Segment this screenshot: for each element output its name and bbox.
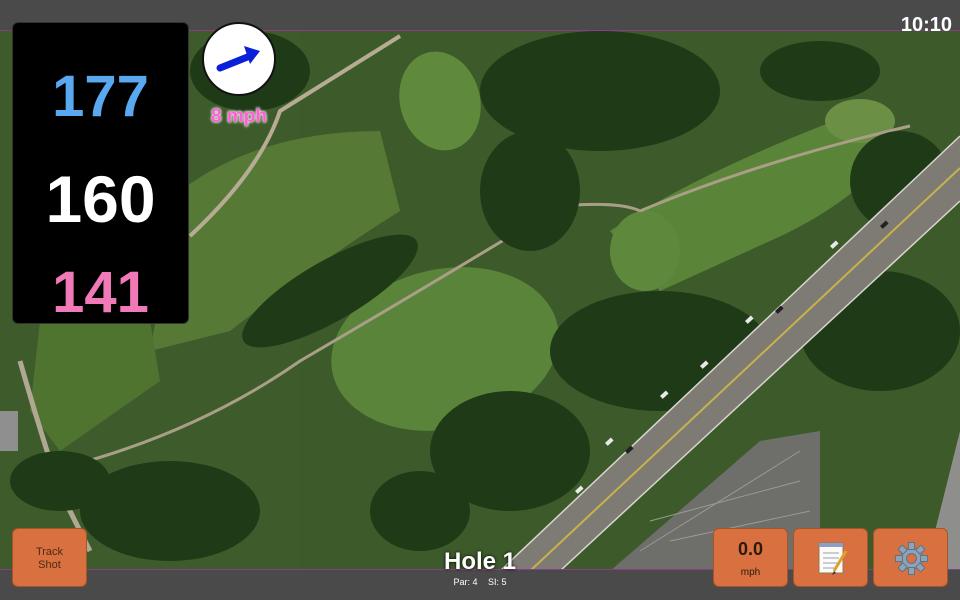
wind-direction-arrow-icon [216,46,260,72]
back-distance: 177 [52,64,149,129]
speed-unit: mph [740,567,761,578]
hole-par: Par: 4 [453,577,478,587]
notepad-icon [818,542,848,575]
distance-panel: 177 160 141 [12,22,189,325]
speed-value: 0.0 [737,539,764,559]
hole-stroke-index: SI: 5 [488,577,507,587]
speed-button[interactable]: 0.0 mph [713,528,788,587]
notes-button[interactable] [793,528,868,587]
front-distance: 141 [52,260,149,325]
settings-button[interactable] [873,528,948,587]
clock: 10:10 [900,14,952,36]
track-shot-button[interactable]: Track Shot [12,528,87,587]
gear-icon [895,542,928,575]
wind-indicator [202,22,276,96]
track-shot-label-line2: Shot [38,559,61,571]
track-shot-label-line1: Track [35,546,64,558]
hole-title: Hole 1 [443,548,517,575]
wind-speed-label: 8 mph [211,106,267,127]
hole-info: Par: 4 SI: 5 [380,577,580,587]
middle-distance: 160 [45,162,156,236]
